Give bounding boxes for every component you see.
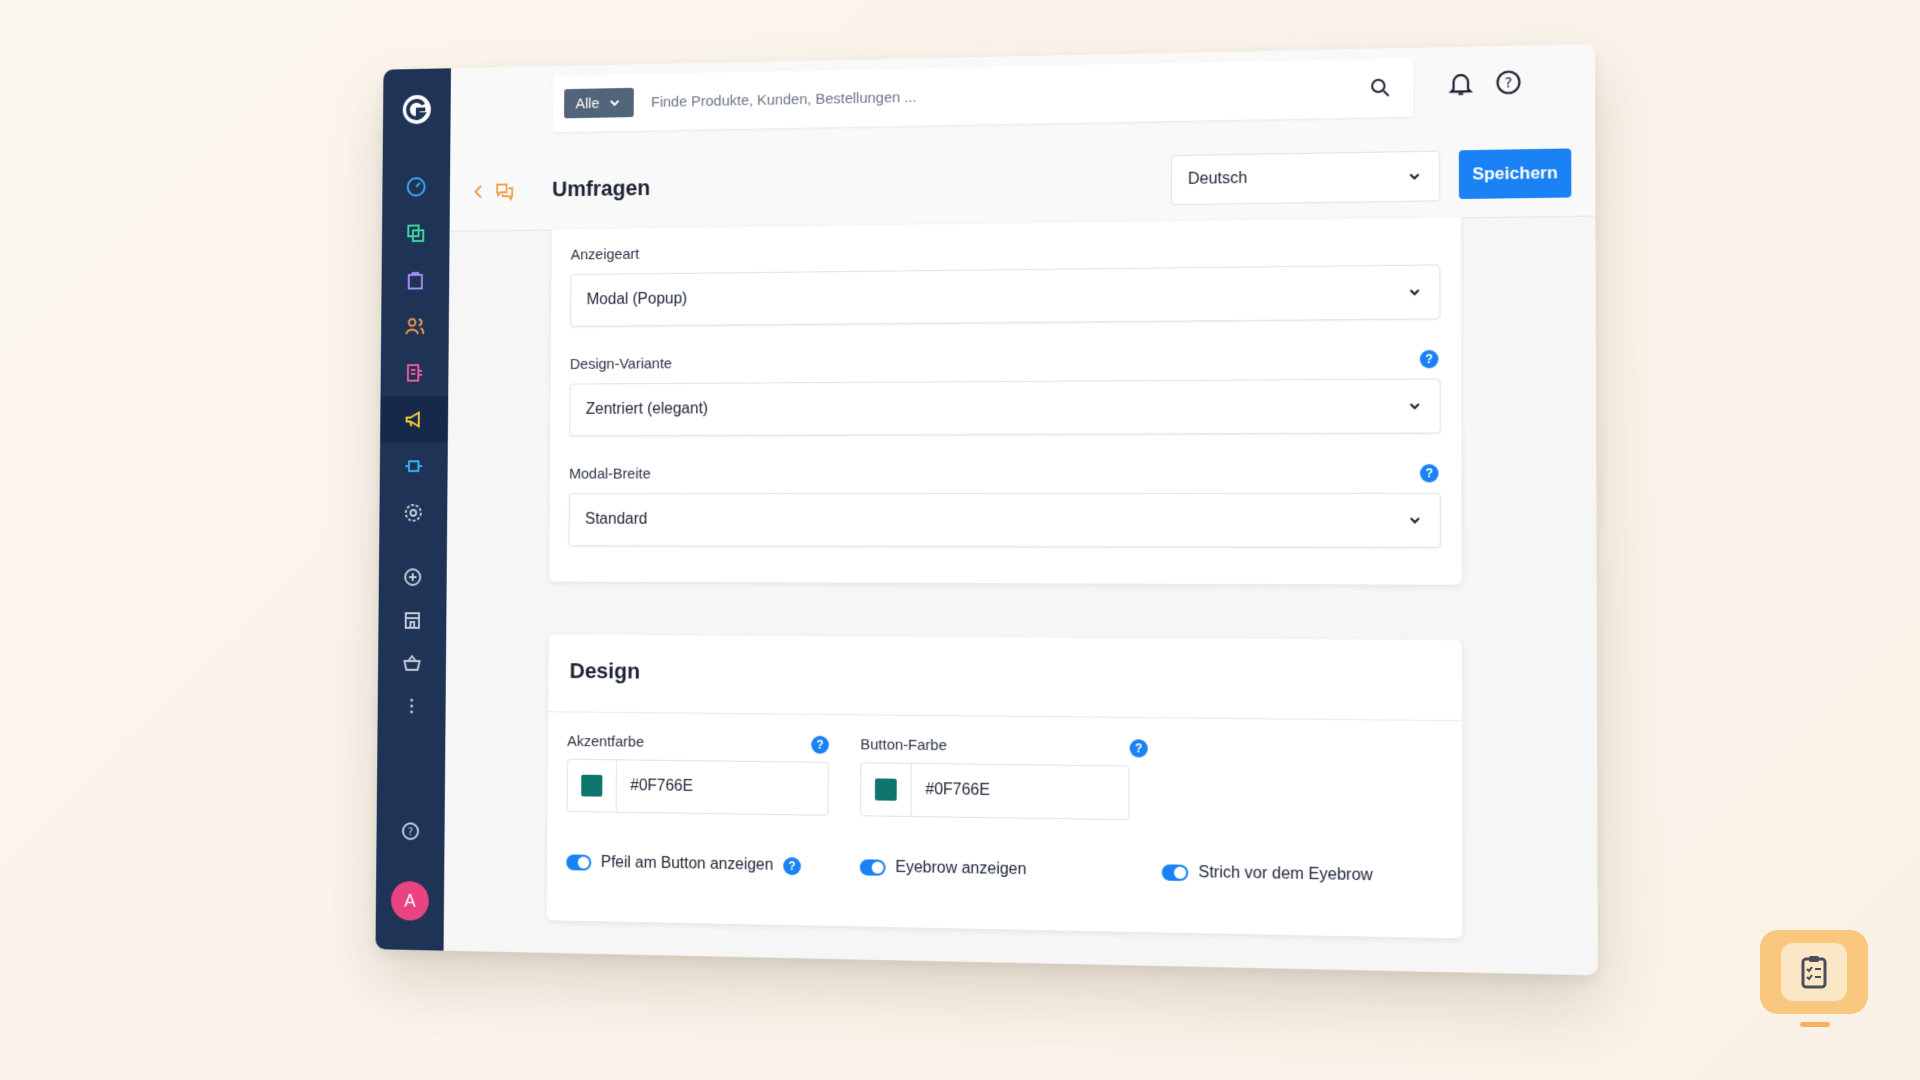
color-swatch [581,774,603,797]
chevron-down-icon [1406,168,1423,184]
fab-indicator [1800,1022,1830,1027]
accent-color-field[interactable]: #0F766E [566,758,829,816]
help-icon[interactable]: ? [811,735,829,754]
language-select[interactable]: Deutsch [1170,150,1441,206]
main-area: Alle Finde Produkte, Kunden, Bestellunge… [444,43,1598,975]
divider [548,711,1462,722]
checklist-fab[interactable] [1760,930,1868,1014]
back-arrow-icon[interactable] [469,182,488,202]
chevron-down-icon [607,95,622,111]
bell-icon[interactable] [1446,69,1475,98]
page-title: Umfragen [552,175,651,202]
modal-width-label: Modal-Breite [569,465,651,483]
sidebar: ? A [375,68,451,951]
more-icon[interactable] [378,682,446,730]
chevron-down-icon [1406,398,1423,414]
display-type-value: Modal (Popup) [586,290,688,309]
extensions-icon[interactable] [380,443,448,490]
accent-color-label: Akzentfarbe [567,733,645,751]
language-value: Deutsch [1187,169,1248,188]
svg-text:?: ? [1505,75,1513,92]
app-window: ? A Alle Finde Produkte, Kunden, Bestell… [375,43,1598,976]
basket-icon[interactable] [378,639,446,686]
modal-width-value: Standard [584,510,648,528]
color-swatch-button[interactable] [861,763,912,816]
store-icon[interactable] [378,596,446,643]
display-type-label: Anzeigeart [570,245,640,264]
modal-width-select[interactable]: Standard [568,492,1441,548]
design-variant-label: Design-Variante [569,355,672,373]
toggle-label: Strich vor dem Eyebrow [1198,863,1373,885]
design-title: Design [569,658,641,684]
add-icon[interactable] [379,554,447,601]
button-color-label: Button-Farbe [860,736,947,755]
marketing-icon[interactable] [380,395,449,443]
help-circle-icon[interactable]: ? [1494,68,1523,97]
clipboard-icon [1781,943,1847,1001]
settings-icon[interactable] [379,489,447,536]
toggle-show-arrow[interactable]: Pfeil am Button anzeigen ? [566,853,801,876]
display-settings-card: Anzeigeart Modal (Popup) Design-Variante… [549,217,1462,585]
display-type-select[interactable]: Modal (Popup) [570,264,1441,327]
help-icon[interactable]: ? [1419,464,1439,483]
toggle-label: Pfeil am Button anzeigen [600,853,774,874]
toggle-show-eyebrow[interactable]: Eyebrow anzeigen [859,858,1027,879]
help-icon[interactable]: ? [783,857,801,876]
toggle-label: Eyebrow anzeigen [895,858,1027,879]
customers-icon[interactable] [381,303,449,350]
catalog-icon[interactable] [382,210,450,257]
search-input[interactable]: Finde Produkte, Kunden, Bestellungen ... [651,80,1368,111]
help-icon[interactable]: ? [1419,349,1439,369]
design-card: Design Akzentfarbe ? #0F766E Button-Farb… [546,634,1463,939]
sidebar-help-icon[interactable]: ? [376,807,444,855]
design-variant-value: Zentriert (elegant) [585,400,709,418]
color-swatch-button[interactable] [567,759,617,812]
button-color-value[interactable]: #0F766E [925,781,990,800]
search-bar: Alle Finde Produkte, Kunden, Bestellunge… [552,57,1414,133]
search-filter-label: Alle [575,94,600,112]
color-swatch [874,778,897,801]
button-color-field[interactable]: #0F766E [860,762,1130,821]
orders-icon[interactable] [381,256,449,303]
avatar[interactable]: A [390,880,429,921]
search-icon[interactable] [1368,76,1393,101]
dashboard-icon[interactable] [382,163,450,210]
chevron-down-icon [1407,512,1424,528]
save-button[interactable]: Speichern [1458,148,1572,200]
toggle-switch[interactable] [1161,864,1189,882]
search-filter-dropdown[interactable]: Alle [564,87,634,119]
toggle-switch[interactable] [859,859,886,876]
content-icon[interactable] [381,349,449,396]
survey-icon [493,179,516,203]
accent-color-value[interactable]: #0F766E [630,777,693,796]
toggle-eyebrow-line[interactable]: Strich vor dem Eyebrow [1161,863,1373,885]
svg-text:?: ? [408,825,414,838]
chevron-down-icon [1406,284,1423,300]
logo-icon[interactable] [400,92,434,127]
design-variant-select[interactable]: Zentriert (elegant) [569,378,1441,437]
toggle-switch[interactable] [566,854,592,871]
help-icon[interactable]: ? [1129,739,1148,758]
